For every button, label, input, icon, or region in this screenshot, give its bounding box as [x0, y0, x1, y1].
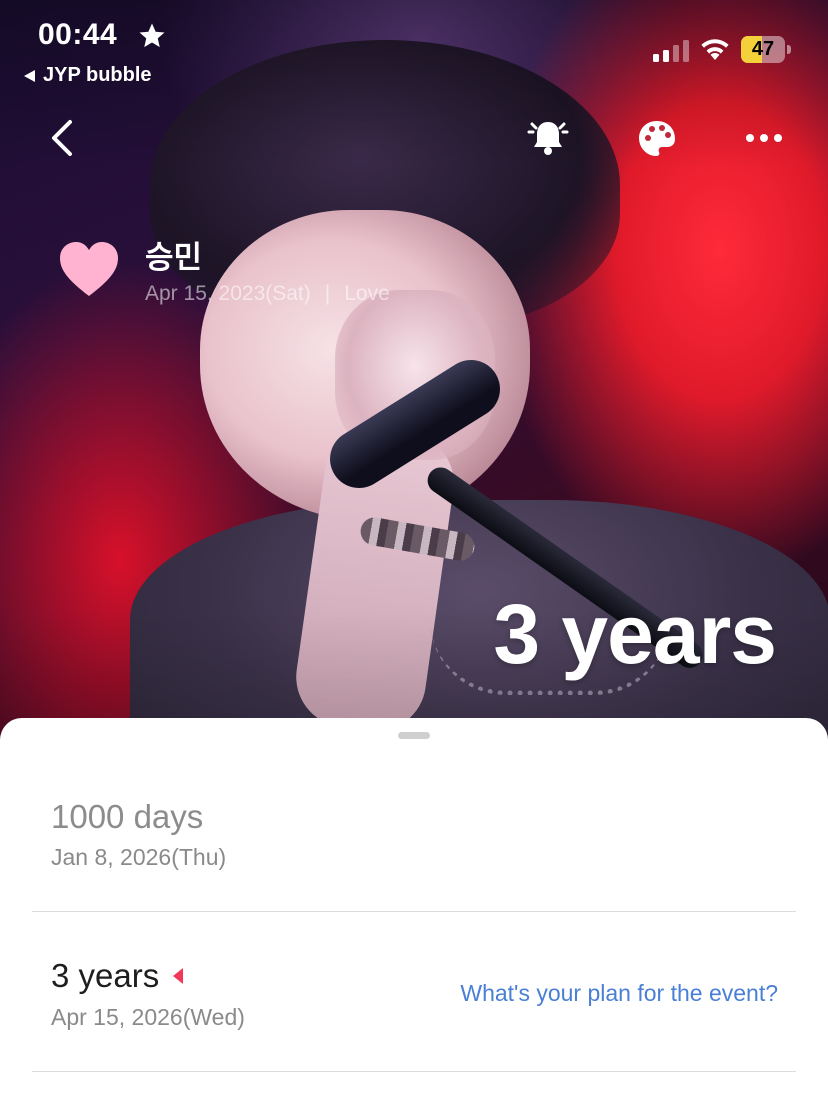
- chevron-left-icon[interactable]: [44, 116, 80, 160]
- wifi-icon: [701, 39, 729, 60]
- events-sheet[interactable]: 1000 days Jan 8, 2026(Thu) 3 years Apr 1…: [0, 718, 828, 1118]
- event-date: Apr 15, 2026(Wed): [51, 1004, 245, 1030]
- list-item[interactable]: 1000 days Jan 8, 2026(Thu): [32, 718, 796, 912]
- palette-icon[interactable]: [636, 118, 678, 160]
- battery-percent: 47: [751, 38, 775, 60]
- event-title: 3 years: [51, 957, 160, 994]
- artist-meta: Apr 15, 2023(Sat) | Love: [145, 282, 390, 306]
- anniversary-headline: 3 years: [493, 587, 777, 681]
- back-to-app-button[interactable]: JYP bubble: [24, 64, 152, 87]
- bell-ringing-icon[interactable]: [524, 114, 572, 162]
- event-date: Jan 8, 2026(Thu): [51, 844, 227, 870]
- status-time: 00:44: [38, 18, 118, 51]
- start-date: Apr 15, 2023(Sat): [145, 282, 311, 305]
- event-title: 1000 days: [51, 798, 204, 835]
- plan-event-link[interactable]: What's your plan for the event?: [460, 980, 778, 1007]
- meta-separator: |: [324, 282, 331, 305]
- upcoming-marker-icon: [173, 968, 184, 984]
- list-item[interactable]: 3 years Apr 15, 2026(Wed) What's your pl…: [32, 911, 796, 1072]
- back-app-label: JYP bubble: [43, 64, 152, 86]
- back-triangle-icon: [24, 69, 35, 82]
- relation-label: Love: [344, 282, 390, 305]
- artist-name: 승민: [145, 240, 203, 276]
- heart-icon: [60, 242, 118, 296]
- star-icon: [139, 23, 165, 48]
- event-title-row: 3 years: [51, 957, 184, 995]
- cellular-signal-icon: [653, 40, 689, 62]
- more-horizontal-icon[interactable]: [744, 128, 784, 148]
- battery-indicator: 47: [741, 36, 791, 63]
